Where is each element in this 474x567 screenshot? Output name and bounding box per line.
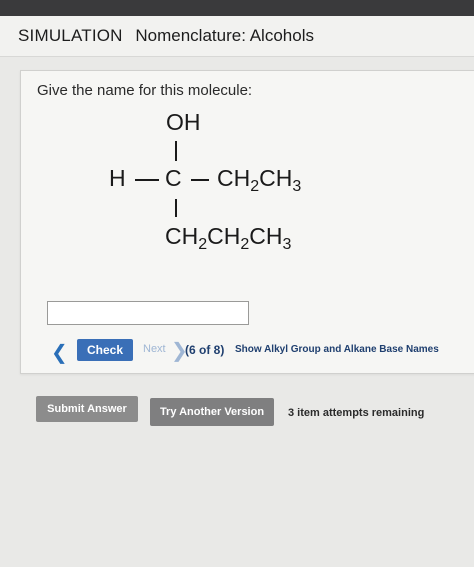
bond-top <box>175 141 177 161</box>
topic-title: Nomenclature: Alcohols <box>135 26 314 45</box>
show-names-link[interactable]: Show Alkyl Group and Alkane Base Names <box>235 344 439 355</box>
question-prompt: Give the name for this molecule: <box>37 82 253 99</box>
navigation-row: ❮ Check Next ❯ (6 of 8) Show Alkyl Group… <box>51 339 471 365</box>
submit-answer-button[interactable]: Submit Answer <box>36 396 138 422</box>
try-another-version-button[interactable]: Try Another Version <box>150 398 274 426</box>
simulation-header: SIMULATION Nomenclature: Alcohols <box>0 16 474 57</box>
bond-right <box>191 179 209 181</box>
question-progress: (6 of 8) <box>185 343 225 357</box>
window-top-bar <box>0 0 474 16</box>
attempts-remaining: 3 item attempts remaining <box>288 407 425 419</box>
bond-left <box>135 179 159 181</box>
molecule-center-atom: C <box>165 165 182 191</box>
molecule-top-group: OH <box>166 109 201 135</box>
next-link[interactable]: Next <box>143 343 166 355</box>
molecule-structure: OH H C CH2CH3 CH2CH2CH3 <box>91 111 331 281</box>
check-button[interactable]: Check <box>77 339 133 361</box>
previous-chevron-icon[interactable]: ❮ <box>51 340 68 365</box>
question-panel: Give the name for this molecule: OH H C … <box>20 70 474 374</box>
answer-input[interactable] <box>47 301 249 325</box>
bond-bottom <box>175 199 177 217</box>
molecule-left-atom: H <box>109 165 126 191</box>
page-title: SIMULATION Nomenclature: Alcohols <box>18 26 314 46</box>
simulation-label: SIMULATION <box>18 26 123 45</box>
molecule-bottom-group: CH2CH2CH3 <box>165 223 292 253</box>
molecule-right-group: CH2CH3 <box>217 165 302 195</box>
